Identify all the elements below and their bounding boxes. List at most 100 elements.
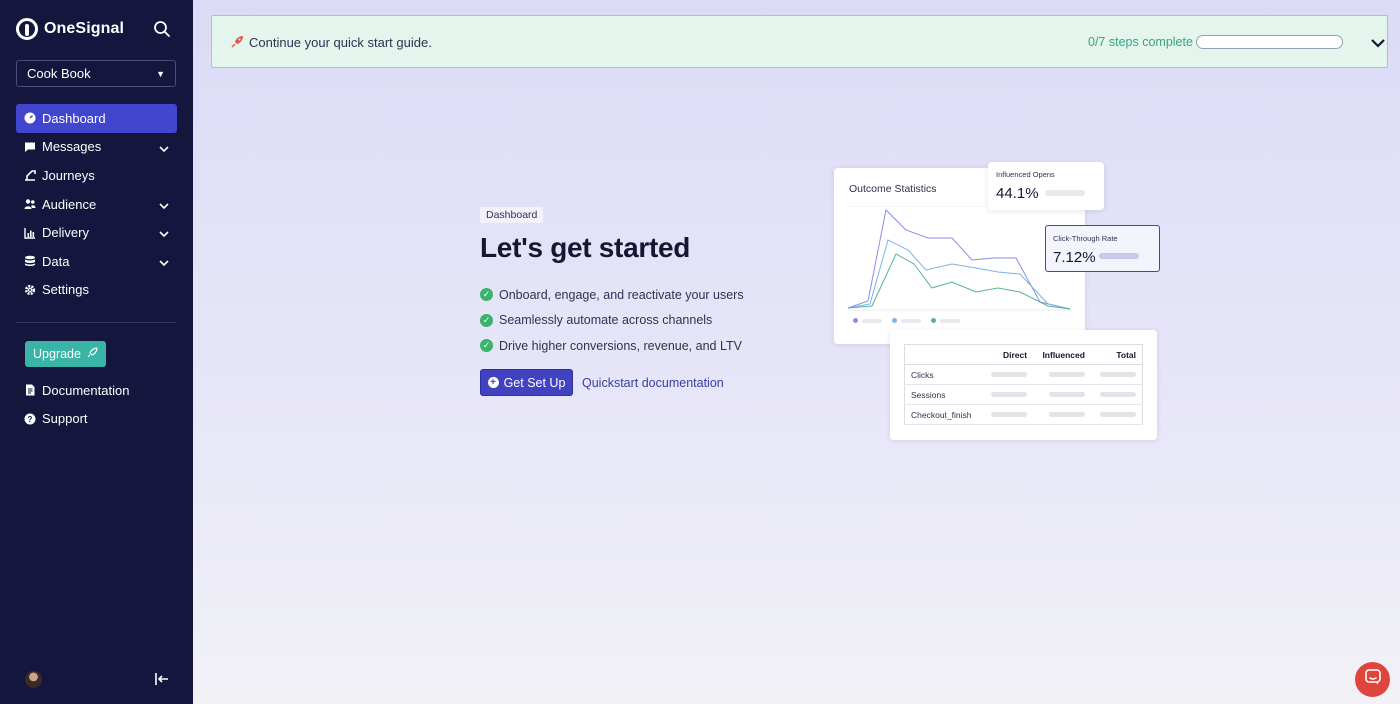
caret-down-icon: ▼ xyxy=(156,68,165,79)
table-header: Direct xyxy=(982,344,1034,365)
app-selector-value: Cook Book xyxy=(27,66,91,81)
main-content: Continue your quick start guide. 0/7 ste… xyxy=(193,0,1400,704)
rocket-icon xyxy=(231,35,244,51)
dashboard-icon xyxy=(24,112,36,124)
plus-circle-icon: + xyxy=(487,377,499,388)
secondary-nav: Documentation ? Support xyxy=(16,376,177,433)
table-row: Sessions xyxy=(904,384,1143,405)
legend-item xyxy=(892,318,921,323)
placeholder-bar xyxy=(1045,190,1085,196)
nav-label: Dashboard xyxy=(42,110,106,126)
outcome-title: Outcome Statistics xyxy=(849,183,937,195)
click-through-rate-card: Click-Through Rate 7.12% xyxy=(1045,225,1160,272)
nav-item-messages[interactable]: Messages xyxy=(16,133,177,162)
nav-item-delivery[interactable]: Delivery xyxy=(16,218,177,247)
page-title: Let's get started xyxy=(480,232,691,263)
brand-name: OneSignal xyxy=(44,20,125,37)
chart-legend xyxy=(853,318,960,323)
outcome-table-card: Direct Influenced Total Clicks Sessions xyxy=(890,330,1157,440)
user-avatar[interactable] xyxy=(25,671,42,688)
placeholder-bar xyxy=(1099,253,1139,259)
collapse-sidebar-icon[interactable] xyxy=(154,672,170,686)
check-circle-icon: ✓ xyxy=(480,339,493,353)
table-header: Total xyxy=(1090,344,1143,365)
bar-chart-icon xyxy=(24,227,36,239)
table-cell xyxy=(1033,404,1091,425)
feature-text: Seamlessly automate across channels xyxy=(499,313,713,328)
upgrade-label: Upgrade xyxy=(33,347,81,361)
document-icon xyxy=(24,384,36,396)
table-cell xyxy=(982,364,1034,385)
nav-item-data[interactable]: Data xyxy=(16,247,177,276)
quickstart-banner[interactable]: Continue your quick start guide. 0/7 ste… xyxy=(211,15,1388,68)
table-cell xyxy=(1033,364,1091,385)
outcome-chart-illustration xyxy=(848,206,1072,311)
quickstart-text: Continue your quick start guide. xyxy=(249,35,432,50)
chevron-down-icon xyxy=(159,255,169,270)
get-set-up-button[interactable]: + Get Set Up xyxy=(480,369,573,396)
nav-label: Delivery xyxy=(42,225,89,241)
onesignal-logo[interactable]: OneSignal xyxy=(16,18,124,40)
influenced-opens-card: Influenced Opens 44.1% xyxy=(988,162,1104,210)
table-cell xyxy=(982,404,1034,425)
table-row: Checkout_finish xyxy=(904,404,1143,425)
nav-label: Messages xyxy=(42,139,102,155)
table-header: Influenced xyxy=(1033,344,1091,365)
get-set-up-label: Get Set Up xyxy=(503,375,566,390)
table-cell xyxy=(1090,384,1143,405)
chevron-down-icon xyxy=(159,226,169,241)
table-cell xyxy=(1090,404,1143,425)
quickstart-docs-link[interactable]: Quickstart documentation xyxy=(582,376,724,390)
legend-item xyxy=(853,318,882,323)
ctr-value: 7.12% xyxy=(1053,249,1096,266)
message-icon xyxy=(24,141,36,153)
feature-text: Onboard, engage, and reactivate your use… xyxy=(499,287,744,302)
feature-item: ✓ Onboard, engage, and reactivate your u… xyxy=(480,282,744,308)
chevron-down-icon xyxy=(159,198,169,213)
nav-item-settings[interactable]: Settings xyxy=(16,276,177,305)
nav-item-dashboard[interactable]: Dashboard xyxy=(16,104,177,133)
gear-icon xyxy=(24,284,36,296)
row-label: Clicks xyxy=(904,364,983,385)
journey-icon xyxy=(24,169,36,182)
legend-item xyxy=(931,318,960,323)
row-label: Sessions xyxy=(904,384,983,405)
influenced-opens-value: 44.1% xyxy=(996,185,1039,202)
nav-label: Audience xyxy=(42,196,97,212)
upgrade-button[interactable]: Upgrade xyxy=(25,341,106,367)
nav-item-journeys[interactable]: Journeys xyxy=(16,161,177,190)
table-header xyxy=(904,344,983,365)
quickstart-steps: 0/7 steps complete xyxy=(1088,35,1193,49)
nav-label: Data xyxy=(42,253,70,269)
row-label: Checkout_finish xyxy=(904,404,983,425)
chevron-down-icon xyxy=(159,141,169,156)
svg-text:?: ? xyxy=(28,415,33,424)
check-circle-icon: ✓ xyxy=(480,313,493,327)
help-icon: ? xyxy=(24,413,36,425)
table-header-row: Direct Influenced Total xyxy=(904,344,1143,365)
chevron-down-icon[interactable] xyxy=(1370,36,1386,48)
outcome-table: Direct Influenced Total Clicks Sessions xyxy=(904,344,1143,425)
nav-label: Settings xyxy=(42,282,89,298)
chat-launcher-button[interactable] xyxy=(1355,662,1390,697)
quickstart-progress-bar xyxy=(1196,35,1343,49)
table-cell xyxy=(1033,384,1091,405)
section-tag: Dashboard xyxy=(480,207,544,223)
app-selector[interactable]: Cook Book ▼ xyxy=(16,60,176,87)
support-label: Support xyxy=(42,411,88,427)
sidebar-divider xyxy=(16,322,176,323)
main-nav: Dashboard Messages Journeys Audience Del… xyxy=(16,104,177,304)
feature-item: ✓ Drive higher conversions, revenue, and… xyxy=(480,333,744,359)
database-icon xyxy=(24,255,36,267)
documentation-link[interactable]: Documentation xyxy=(16,376,177,405)
onesignal-logo-icon xyxy=(16,18,38,40)
nav-label: Journeys xyxy=(42,167,95,183)
search-icon[interactable] xyxy=(153,20,171,38)
ctr-label: Click-Through Rate xyxy=(1053,234,1118,243)
sidebar: OneSignal Cook Book ▼ Dashboard Messages xyxy=(0,0,193,704)
influenced-opens-label: Influenced Opens xyxy=(996,170,1055,179)
support-link[interactable]: ? Support xyxy=(16,405,177,434)
feature-list: ✓ Onboard, engage, and reactivate your u… xyxy=(480,282,744,359)
nav-item-audience[interactable]: Audience xyxy=(16,190,177,219)
table-row: Clicks xyxy=(904,364,1143,385)
